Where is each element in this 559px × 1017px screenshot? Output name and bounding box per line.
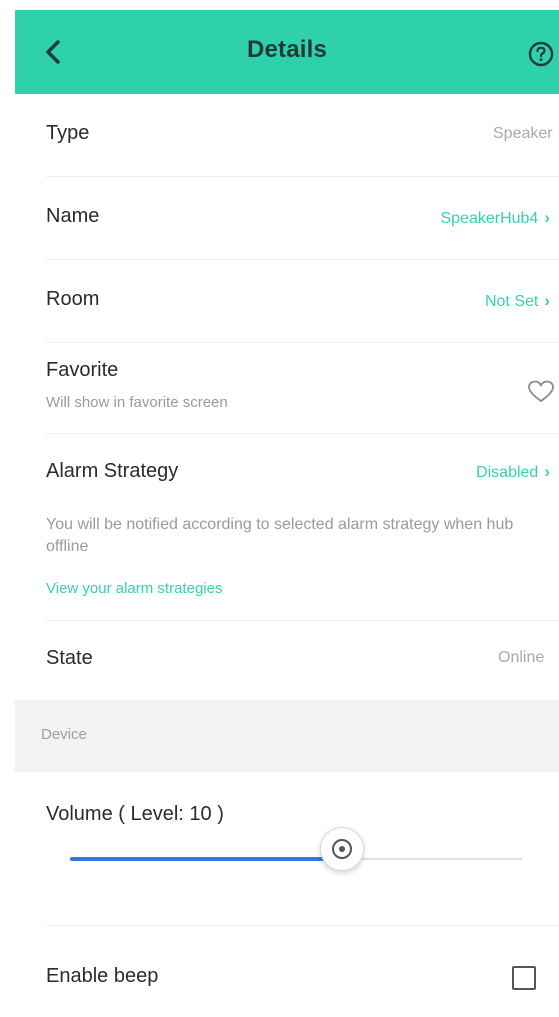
name-value-text: SpeakerHub4 xyxy=(440,210,539,227)
volume-slider-filled-track[interactable] xyxy=(70,857,352,861)
state-value: Online xyxy=(498,649,545,666)
volume-row: Volume ( Level: 10 ) xyxy=(15,772,559,916)
details-screen: Details Type Speaker Name SpeakerHub4 › R… xyxy=(15,10,559,1017)
alarm-strategy-label: Alarm Strategy xyxy=(46,460,179,482)
enable-beep-checkbox[interactable] xyxy=(512,966,536,990)
device-section-label: Device xyxy=(41,726,87,743)
alarm-strategy-value[interactable]: Disabled › xyxy=(476,462,550,482)
heart-icon[interactable] xyxy=(527,380,555,404)
state-row: State Online xyxy=(15,621,559,700)
type-value: Speaker xyxy=(493,125,553,142)
volume-label: Volume ( Level: 10 ) xyxy=(46,803,224,825)
name-value: SpeakerHub4 › xyxy=(440,208,550,228)
help-circle-icon[interactable] xyxy=(528,41,554,67)
slider-thumb-dot-icon xyxy=(339,846,345,852)
name-row[interactable]: Name SpeakerHub4 › xyxy=(15,177,559,259)
app-header: Details xyxy=(15,10,559,94)
favorite-label: Favorite xyxy=(46,359,119,381)
screen-left-edge xyxy=(0,0,15,1017)
room-value-text: Not Set xyxy=(484,293,539,310)
page-title: Details xyxy=(246,36,328,63)
favorite-subtitle: Will show in favorite screen xyxy=(46,394,228,411)
alarm-strategy-value-text: Disabled xyxy=(476,464,539,481)
state-label: State xyxy=(46,647,93,669)
chevron-right-icon: › xyxy=(544,462,550,481)
room-row[interactable]: Room Not Set › xyxy=(15,260,559,342)
enable-beep-label: Enable beep xyxy=(46,965,159,987)
name-label: Name xyxy=(46,205,100,227)
chevron-right-icon: › xyxy=(544,208,550,227)
type-row: Type Speaker xyxy=(15,94,559,176)
room-label: Room xyxy=(46,288,100,310)
view-alarm-strategies-link[interactable]: View your alarm strategies xyxy=(46,580,222,597)
type-label: Type xyxy=(46,122,90,144)
chevron-right-icon: › xyxy=(544,291,550,310)
room-value: Not Set › xyxy=(485,291,550,311)
alarm-strategy-description: You will be notified according to select… xyxy=(46,516,514,555)
device-section-header: Device xyxy=(15,700,559,772)
volume-slider-empty-track[interactable] xyxy=(352,858,522,860)
volume-slider-thumb[interactable] xyxy=(320,827,364,871)
alarm-strategy-row: Alarm Strategy Disabled › You will be not… xyxy=(15,434,559,620)
favorite-row[interactable]: Favorite Will show in favorite screen xyxy=(15,343,559,433)
enable-beep-row: Enable beep xyxy=(15,926,559,1017)
